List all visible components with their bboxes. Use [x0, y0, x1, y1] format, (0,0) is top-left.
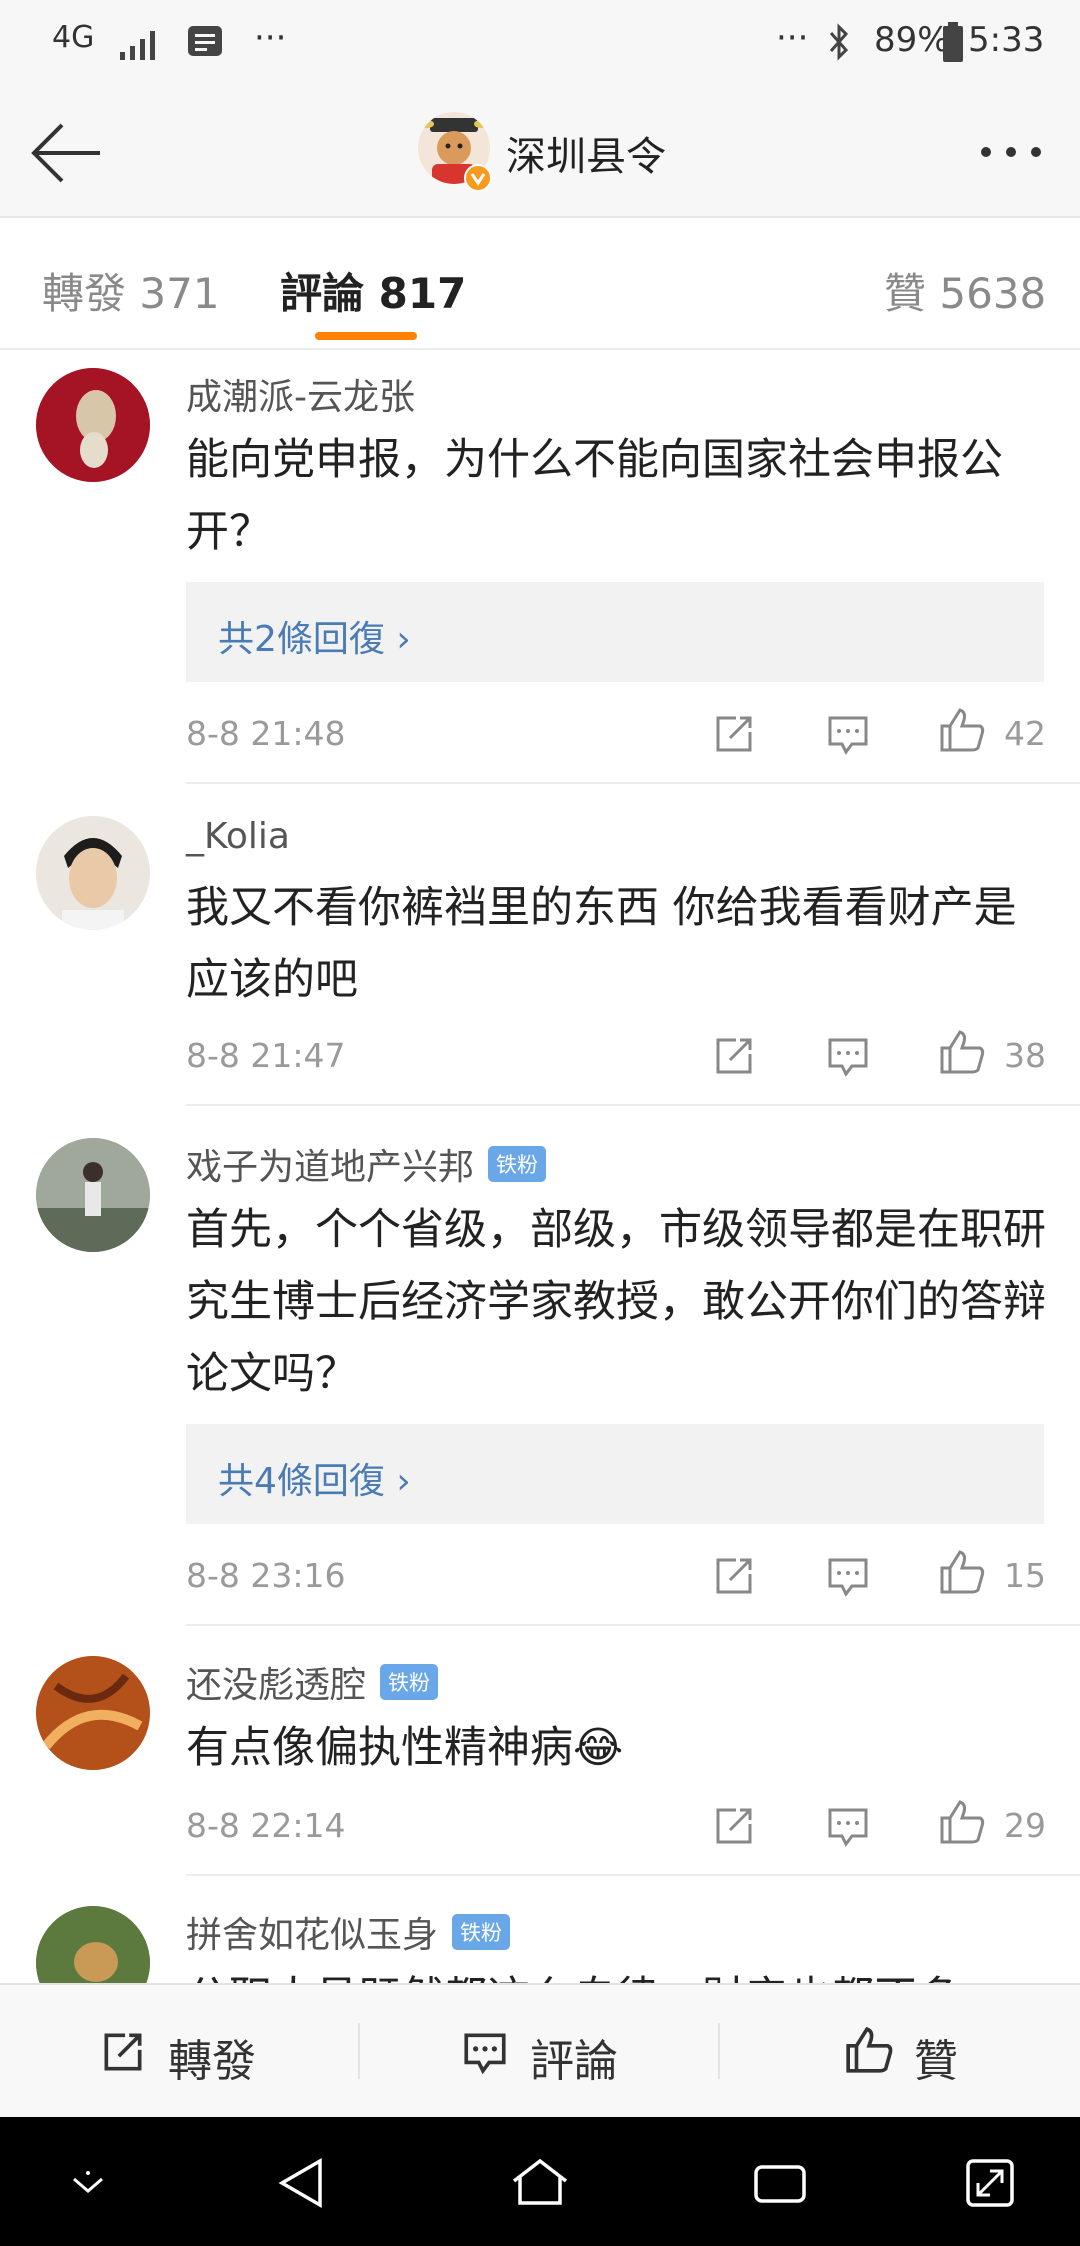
battery-icon [943, 22, 963, 62]
comment-text: 首先，个个省级，部级，市级领导都是在职研究生博士后经济学家教授，敢公开你们的答辩… [186, 1205, 1046, 1399]
comment-time: 8-8 22:14 [186, 1806, 346, 1845]
reply-icon[interactable] [824, 710, 872, 758]
share-icon[interactable] [710, 710, 758, 758]
recent-apps-icon[interactable] [752, 2161, 808, 2207]
comment-divider [186, 1624, 1080, 1626]
like-icon[interactable] [938, 1028, 986, 1076]
view-replies-button[interactable]: 共4條回復 › [186, 1424, 1044, 1524]
reply-icon[interactable] [824, 1552, 872, 1600]
like-button[interactable]: 贊 [720, 1985, 1080, 2117]
fan-badge: 铁粉 [488, 1146, 547, 1182]
view-replies-button[interactable]: 共2條回復 › [186, 582, 1044, 682]
comment-text: 我又不看你裤裆里的东西 你给我看看财产是应该的吧 [186, 883, 1017, 1005]
comment-divider [186, 1874, 1080, 1876]
like-count: 15 [1004, 1556, 1046, 1595]
like-icon [846, 2026, 893, 2073]
share-icon[interactable] [710, 1802, 758, 1850]
comment-divider [186, 782, 1080, 784]
back-arrow-icon[interactable] [28, 120, 104, 186]
comment-icon [464, 2033, 506, 2075]
comment-username[interactable]: 成潮派-云龙张 [186, 368, 415, 420]
bluetooth-icon [829, 23, 849, 61]
comment-username[interactable]: 戏子为道地产兴邦 铁粉 [186, 1138, 547, 1190]
reply-icon[interactable] [824, 1032, 872, 1080]
status-bar: 4G ··· ··· 89% 5:33 [0, 0, 1080, 90]
share-icon[interactable] [710, 1032, 758, 1080]
network-type: 4G [52, 20, 95, 55]
comment-button[interactable]: 評論 [360, 1985, 718, 2117]
like-icon[interactable] [938, 1548, 986, 1596]
avatar[interactable] [36, 1138, 150, 1252]
title-bar: 深圳县令 [0, 90, 1080, 218]
like-icon[interactable] [938, 1798, 986, 1846]
bottom-action-bar: 轉發 評論 贊 [0, 1983, 1080, 2117]
tab-reposts[interactable]: 轉發 371 [42, 260, 220, 321]
avatar[interactable] [36, 816, 150, 930]
like-icon[interactable] [938, 706, 986, 754]
share-icon[interactable] [710, 1552, 758, 1600]
comment-username[interactable]: 拼舍如花似玉身 铁粉 [186, 1906, 511, 1958]
repost-button[interactable]: 轉發 [0, 1985, 358, 2117]
avatar[interactable] [36, 368, 150, 482]
tab-comments[interactable]: 評論 817 [280, 260, 466, 321]
more-notifications: ··· [254, 18, 287, 58]
tab-bar: 轉發 371 評論 817 贊 5638 [0, 218, 1080, 350]
expand-icon[interactable] [964, 2157, 1016, 2209]
comment-text: 有点像偏执性精神病😂 [186, 1723, 624, 1773]
comment-time: 8-8 21:47 [186, 1036, 346, 1075]
back-nav-icon[interactable] [276, 2157, 326, 2209]
fan-badge: 铁粉 [452, 1914, 511, 1950]
like-count: 38 [1004, 1036, 1046, 1075]
verified-badge-icon [464, 164, 492, 192]
tab-likes[interactable]: 贊 5638 [884, 260, 1046, 321]
laughing-crying-emoji: 😂 [573, 1723, 624, 1773]
comment-text: 能向党申报，为什么不能向国家社会申报公开？ [186, 435, 1003, 557]
active-tab-indicator [315, 332, 417, 340]
more-status: ··· [776, 18, 809, 58]
fan-badge: 铁粉 [380, 1664, 439, 1700]
like-count: 29 [1004, 1806, 1046, 1845]
message-icon [188, 26, 222, 56]
avatar[interactable] [36, 1656, 150, 1770]
reply-icon[interactable] [824, 1802, 872, 1850]
page-title[interactable]: 深圳县令 [506, 124, 666, 182]
hide-keyboard-icon[interactable] [66, 2165, 110, 2201]
more-options-icon[interactable] [976, 142, 1046, 162]
home-nav-icon[interactable] [510, 2157, 570, 2207]
comment-divider [186, 1104, 1080, 1106]
comment-time: 8-8 21:48 [186, 714, 346, 753]
comment-username[interactable]: 还没彪透腔 铁粉 [186, 1656, 439, 1708]
battery-level: 89% [874, 20, 950, 60]
repost-icon [104, 2033, 142, 2071]
signal-icon [120, 31, 155, 60]
system-nav-bar [0, 2117, 1080, 2246]
comment-username[interactable]: _Kolia [186, 816, 290, 857]
like-count: 42 [1004, 714, 1046, 753]
clock: 5:33 [968, 20, 1045, 60]
comment-time: 8-8 23:16 [186, 1556, 346, 1595]
